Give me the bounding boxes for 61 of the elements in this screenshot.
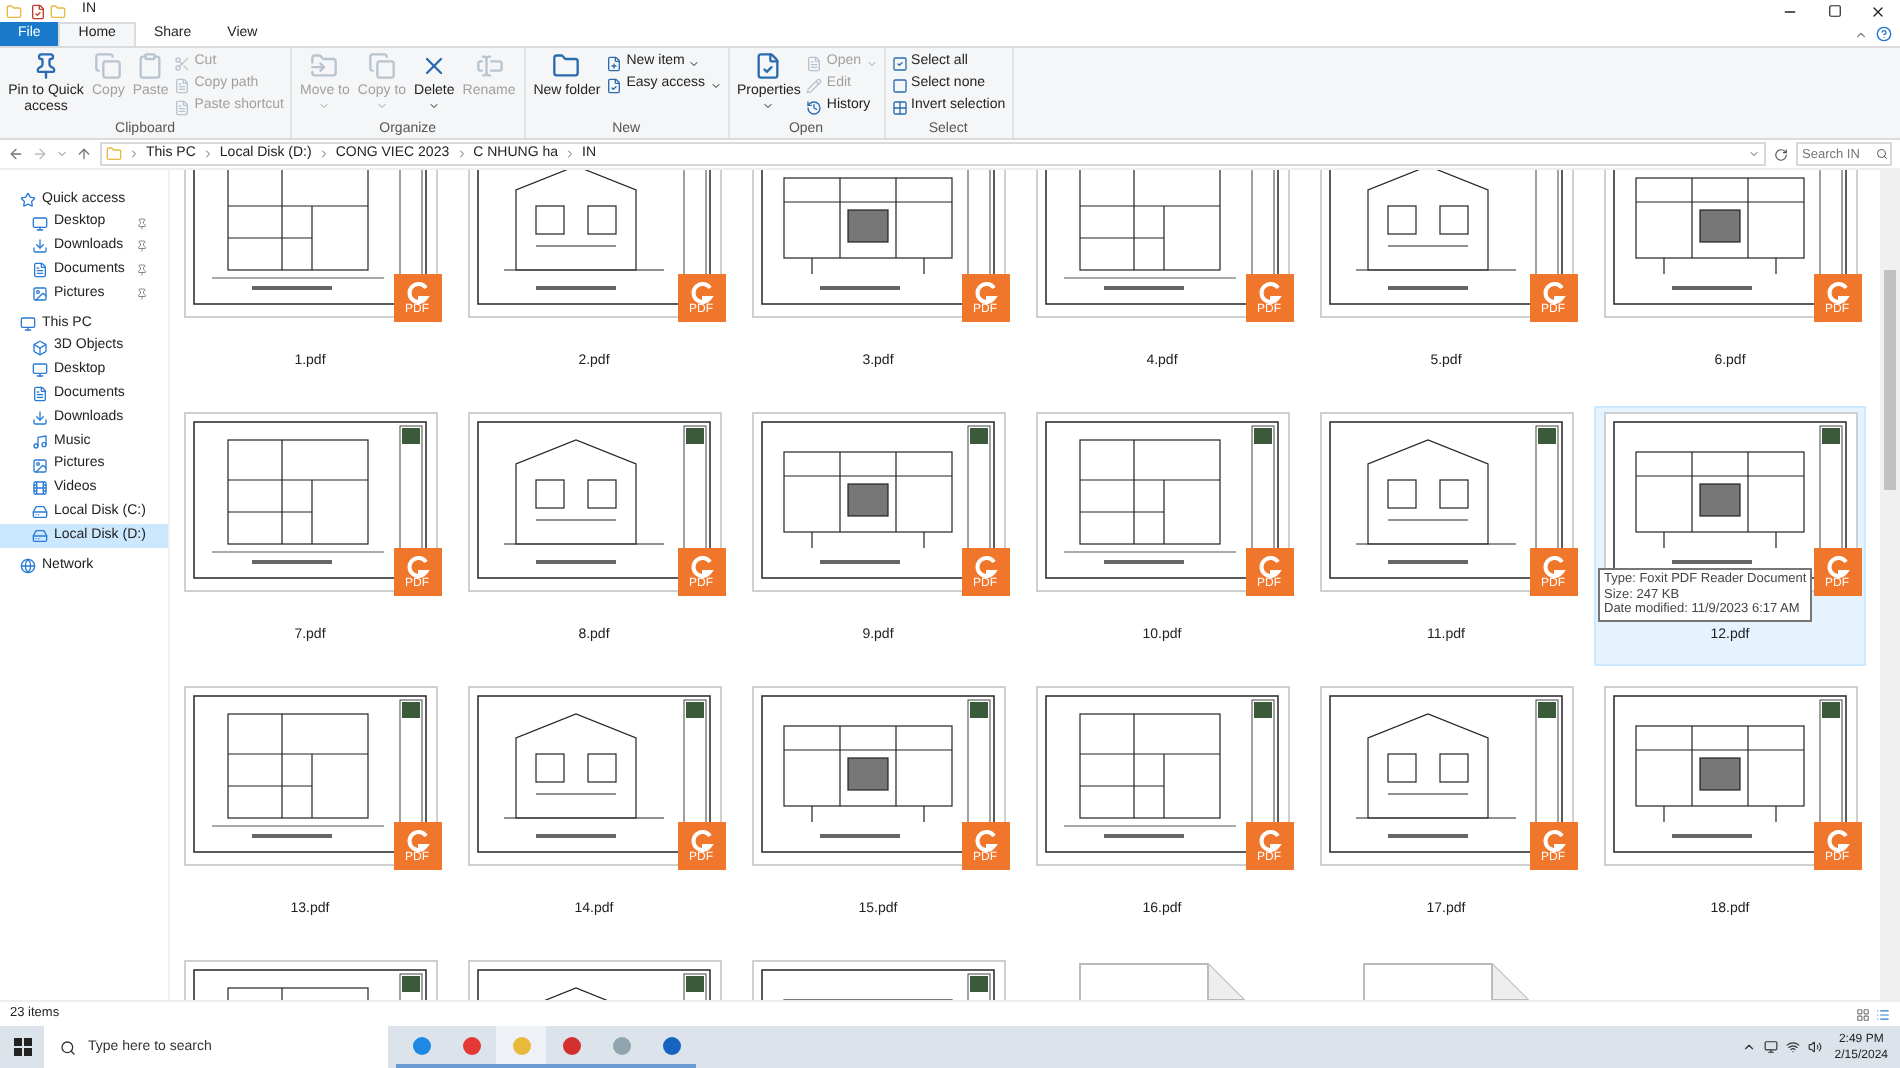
ribbon-icon [806,77,823,93]
ribbon-icon [806,55,823,71]
volume-icon[interactable] [1808,1040,1823,1054]
ribbon-icon [136,52,165,80]
up-icon[interactable] [76,146,92,162]
refresh-icon[interactable] [1774,147,1788,161]
taskbar-app-button[interactable] [496,1026,546,1068]
ribbon-icon [475,52,503,80]
ribbon-icon [174,99,191,115]
ribbon-icon [367,52,396,80]
ribbon-icon [891,77,908,93]
ribbon-icon [552,52,581,80]
tray-device-icon[interactable] [1764,1040,1779,1054]
scrollbar[interactable] [1880,170,1900,1000]
ribbon-icon [891,55,908,71]
swirl-icon [973,829,997,851]
ribbon-icon [891,99,908,115]
separator-icon [564,148,577,160]
ribbon-icon [174,77,191,93]
separator-icon [201,148,214,160]
swirl-icon [973,281,997,303]
ribbon-icon [32,52,60,80]
caret-icon[interactable] [1748,148,1760,160]
back-icon[interactable] [8,146,24,162]
swirl-icon [973,555,997,577]
swirl-icon [405,555,429,577]
help-icon[interactable] [1876,26,1892,42]
swirl-icon [1257,555,1281,577]
restore-icon [1827,4,1841,18]
ribbon-icon [94,52,123,80]
tiles-view-icon[interactable] [1876,1007,1890,1021]
ribbon-icon [174,55,191,71]
properties-icon [30,3,46,19]
swirl-icon [1825,281,1849,303]
separator-icon [455,148,468,160]
ribbon-icon [606,77,623,93]
ribbon-icon [606,55,623,71]
search-icon [60,1039,76,1055]
separator-icon [128,148,140,160]
swirl-icon [1825,555,1849,577]
collapse-ribbon-icon[interactable] [1854,28,1868,42]
separator-icon [317,148,330,160]
swirl-icon [1541,281,1565,303]
swirl-icon [1541,555,1565,577]
swirl-icon [689,281,713,303]
swirl-icon [405,829,429,851]
ribbon-icon [806,99,823,115]
swirl-icon [689,555,713,577]
close-icon [1870,3,1886,19]
windows-logo-icon [13,1038,31,1056]
search-icon [1876,148,1888,160]
swirl-icon [405,281,429,303]
swirl-icon [1257,281,1281,303]
ribbon-icon [754,52,783,80]
network-icon[interactable] [1786,1040,1801,1054]
swirl-icon [1257,829,1281,851]
swirl-icon [1825,829,1849,851]
details-view-icon[interactable] [1856,1007,1870,1021]
swirl-icon [1541,829,1565,851]
ribbon-icon [310,52,339,80]
swirl-icon [689,829,713,851]
